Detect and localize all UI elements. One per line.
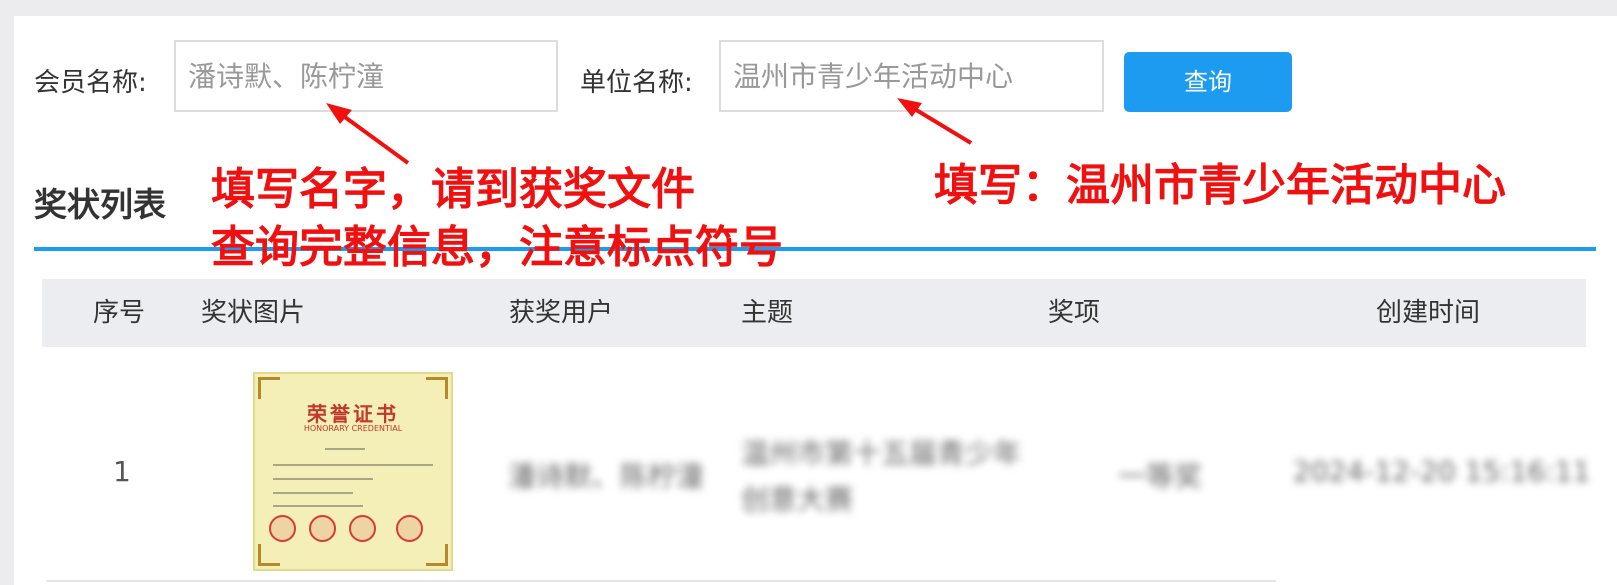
seal-icon <box>269 515 296 542</box>
row-divider <box>46 580 1276 582</box>
row-created-time: 2024-12-20 15:16:11 <box>1293 455 1591 488</box>
column-header-index: 序号 <box>93 298 146 328</box>
certificate-title: 荣誉证书 <box>307 402 399 426</box>
certificate-subtitle: HONORARY CREDENTIAL <box>303 424 403 433</box>
column-header-user: 获奖用户 <box>509 298 614 328</box>
arrow-left-icon <box>326 103 410 165</box>
corner-ornament-icon <box>258 377 280 399</box>
seal-icon <box>349 515 376 542</box>
certificate-text-line <box>273 464 433 466</box>
column-header-image: 奖状图片 <box>201 298 306 328</box>
column-header-created: 创建时间 <box>1376 298 1481 328</box>
row-topic-line2: 创意大赛 <box>741 483 854 516</box>
seal-icon <box>396 515 423 542</box>
corner-ornament-icon <box>426 377 448 399</box>
table-header: 序号 奖状图片 获奖用户 主题 奖项 创建时间 <box>42 279 1586 347</box>
row-user: 潘诗默、陈柠潼 <box>508 460 705 493</box>
arrow-right-icon <box>897 98 973 145</box>
column-header-topic: 主题 <box>741 298 794 328</box>
certificate-text-line <box>273 505 363 507</box>
row-award: 一等奖 <box>1118 460 1203 493</box>
certificate-text-line <box>325 448 365 450</box>
certificate-text-line <box>273 492 353 494</box>
row-index: 1 <box>113 455 131 488</box>
corner-ornament-icon <box>258 544 280 566</box>
seal-icon <box>309 515 336 542</box>
certificate-image[interactable]: 荣誉证书 HONORARY CREDENTIAL <box>253 372 453 571</box>
column-header-award: 奖项 <box>1048 298 1101 328</box>
corner-ornament-icon <box>426 544 448 566</box>
certificate-text-line <box>273 478 373 480</box>
row-topic-line1: 温州市第十五届青少年 <box>741 437 1022 470</box>
